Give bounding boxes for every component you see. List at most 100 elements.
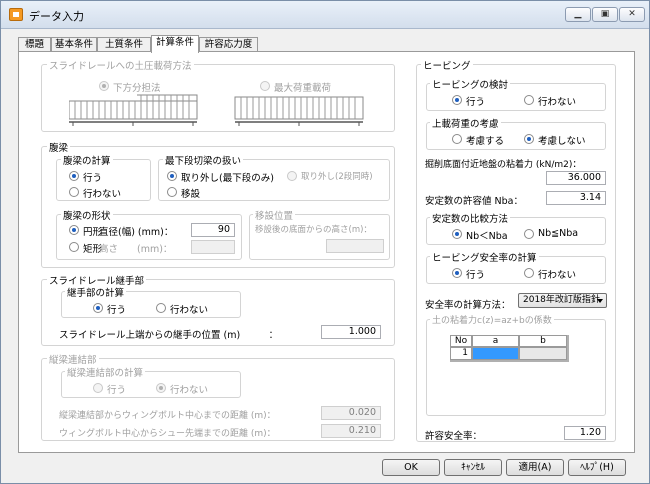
- cohesion-label: 掘削底面付近地盤の粘着力 (kN/m2)：: [425, 160, 582, 170]
- surcharge-yes-radio[interactable]: [452, 134, 462, 144]
- height-label: 高さ (mm)：: [99, 244, 173, 255]
- relocate-label: 移設: [181, 189, 201, 200]
- dist1-label: 縦梁連結部からウィングボルト中心までの距離 (m)：: [59, 411, 276, 421]
- nba-label: 安定数の許容値 Nba：: [425, 196, 523, 207]
- title-bar: データ入力 ▁ ▣ ✕: [1, 1, 649, 29]
- safety-calc-no-label: 行わない: [538, 270, 577, 281]
- grid-header-no: No: [450, 335, 472, 347]
- slide-load-title: スライドレールへの土圧載荷方法: [47, 58, 194, 72]
- beam-calc-yes-radio[interactable]: [69, 171, 79, 181]
- coef-title: 土の粘着力c(z)=az+bの係数: [430, 313, 554, 326]
- minimize-icon[interactable]: ▁: [565, 7, 591, 22]
- dist2-label: ウィングボルト中心からシュー先端までの距離 (m)：: [59, 429, 276, 439]
- tab-soil[interactable]: 土質条件: [97, 37, 151, 52]
- remove-two-radio[interactable]: [287, 171, 297, 181]
- joint-calc-yes-radio[interactable]: [93, 303, 103, 313]
- grid-header-b: b: [519, 335, 567, 347]
- method-select-value: 2018年改訂版指針: [523, 295, 600, 305]
- compare-lt-radio[interactable]: [452, 229, 462, 239]
- grid-row-number: 1: [450, 347, 472, 360]
- grid-cell-b[interactable]: [519, 347, 567, 360]
- safety-calc-yes-label: 行う: [466, 270, 486, 281]
- diameter-label: 直径(幅) (mm)：: [99, 227, 174, 238]
- heaving-check-yes-radio[interactable]: [452, 95, 462, 105]
- relocate-pos-title: 移設位置: [253, 208, 296, 222]
- grid-header-a: a: [472, 335, 519, 347]
- dist2-input[interactable]: 0.210: [321, 424, 381, 438]
- remove-two-label: 取り外し(2段同時): [301, 172, 373, 182]
- allow-safety-input[interactable]: 1.20: [564, 426, 606, 440]
- joint-pos-label: スライドレール上端からの継手の位置 (m) ：: [59, 330, 279, 341]
- joint-calc-yes-label: 行う: [107, 305, 127, 316]
- beam-calc-no-radio[interactable]: [69, 187, 79, 197]
- ok-button[interactable]: OK: [382, 459, 440, 476]
- nba-input[interactable]: 3.14: [546, 191, 606, 205]
- compare-le-radio[interactable]: [524, 229, 534, 239]
- beam-calc-no-label: 行わない: [83, 189, 122, 200]
- longitudinal-title: 縦梁連結部: [47, 352, 99, 366]
- joint-calc-no-label: 行わない: [170, 305, 209, 316]
- tab-allowable-stress[interactable]: 許容応力度: [199, 37, 258, 52]
- tab-calculation[interactable]: 計算条件: [151, 35, 199, 53]
- relocate-height-input[interactable]: [326, 239, 384, 253]
- beam-calc-yes-label: 行う: [83, 173, 103, 184]
- cancel-button[interactable]: ｷｬﾝｾﾙ: [444, 459, 502, 476]
- dist1-input[interactable]: 0.020: [321, 406, 381, 420]
- close-icon[interactable]: ✕: [619, 7, 645, 22]
- relocate-height-label: 移設後の底面からの高さ(m)：: [255, 225, 372, 235]
- diameter-input[interactable]: 90: [191, 223, 235, 237]
- max-load-diagram: [234, 96, 364, 126]
- joint-calc-no-radio[interactable]: [156, 303, 166, 313]
- chevron-down-icon: [597, 299, 603, 303]
- window-title: データ入力: [29, 10, 84, 23]
- method-label: 安全率の計算方法：: [425, 300, 511, 311]
- heaving-title: ヒービング: [421, 58, 473, 72]
- safety-calc-no-radio[interactable]: [524, 268, 534, 278]
- max-load-radio[interactable]: [260, 81, 270, 91]
- longitudinal-yes-radio[interactable]: [93, 383, 103, 393]
- height-input[interactable]: [191, 240, 235, 254]
- surcharge-title: 上載荷重の考慮: [430, 116, 501, 130]
- heaving-check-no-radio[interactable]: [524, 95, 534, 105]
- relocate-radio[interactable]: [167, 187, 177, 197]
- tab-title[interactable]: 標題: [18, 37, 51, 52]
- remove-lowest-radio[interactable]: [167, 171, 177, 181]
- compare-le-label: Nb≦Nba: [538, 228, 579, 239]
- coef-grid: No a b 1: [450, 335, 569, 362]
- apply-button[interactable]: 適用(A): [506, 459, 564, 476]
- cohesion-input[interactable]: 36.000: [546, 171, 606, 185]
- grid-cell-a[interactable]: [472, 347, 519, 360]
- coef-group: [426, 319, 606, 416]
- surcharge-no-radio[interactable]: [524, 134, 534, 144]
- remove-lowest-label: 取り外し(最下段のみ): [181, 173, 274, 184]
- safety-calc-yes-radio[interactable]: [452, 268, 462, 278]
- allow-safety-label: 許容安全率：: [425, 431, 483, 442]
- joint-calc-title: 継手部の計算: [65, 285, 127, 299]
- lower-share-diagram: [69, 94, 198, 126]
- longitudinal-calc-title: 縦梁連結部の計算: [65, 365, 146, 379]
- app-icon: [9, 8, 23, 21]
- beam-title: 腹梁: [47, 140, 71, 154]
- longitudinal-no-label: 行わない: [170, 385, 209, 396]
- rect-shape-radio[interactable]: [69, 242, 79, 252]
- compare-title: 安定数の比較方法: [430, 211, 511, 225]
- tab-basic[interactable]: 基本条件: [51, 37, 97, 52]
- dialog-window: データ入力 ▁ ▣ ✕ 標題 基本条件 土質条件 計算条件 許容応力度 スライド…: [0, 0, 650, 484]
- round-shape-radio[interactable]: [69, 225, 79, 235]
- longitudinal-no-radio[interactable]: [156, 383, 166, 393]
- joint-pos-input[interactable]: 1.000: [321, 325, 381, 339]
- lower-share-radio[interactable]: [99, 81, 109, 91]
- lowest-beam-title: 最下段切梁の扱い: [163, 153, 244, 167]
- surcharge-yes-label: 考慮する: [466, 136, 505, 147]
- lower-share-label: 下方分担法: [113, 83, 161, 94]
- heaving-check-yes-label: 行う: [466, 97, 486, 108]
- heaving-check-no-label: 行わない: [538, 97, 577, 108]
- beam-calc-title: 腹梁の計算: [61, 153, 113, 167]
- maximize-icon[interactable]: ▣: [592, 7, 618, 22]
- longitudinal-yes-label: 行う: [107, 385, 127, 396]
- method-select[interactable]: 2018年改訂版指針: [518, 293, 607, 308]
- heaving-check-title: ヒービングの検討: [430, 77, 511, 91]
- help-button[interactable]: ﾍﾙﾌﾟ(H): [568, 459, 626, 476]
- safety-calc-title: ヒービング安全率の計算: [430, 250, 539, 264]
- max-load-label: 最大荷重載荷: [274, 83, 332, 94]
